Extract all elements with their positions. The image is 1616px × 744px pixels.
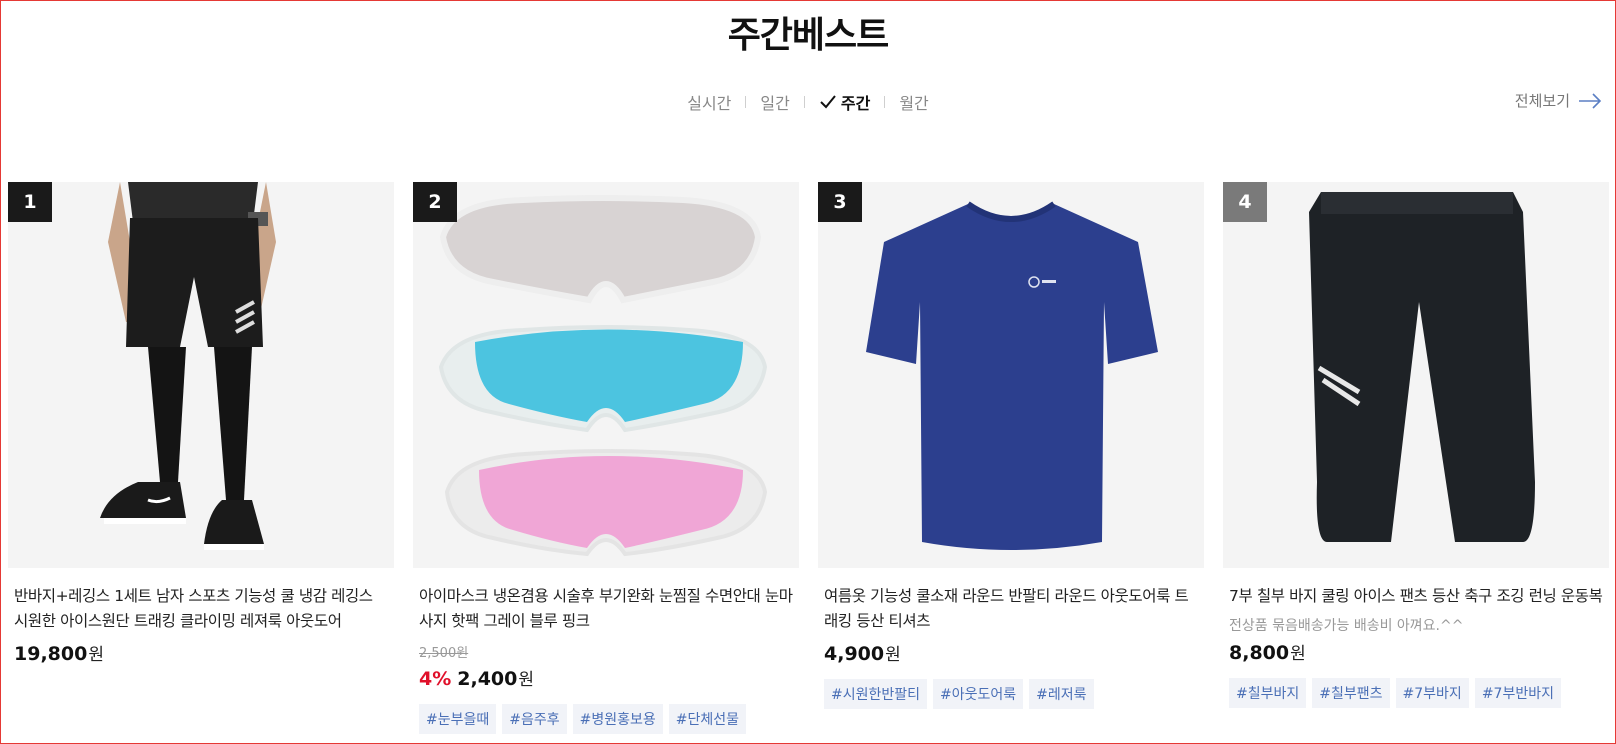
sport-shorts-leggings-image [8,182,394,568]
period-tabs: 실시간 일간 주간 월간 [0,90,1616,114]
currency: 원 [885,645,901,665]
hashtag[interactable]: #7부반바지 [1474,678,1561,708]
hashtag[interactable]: #단체선물 [668,704,747,734]
hashtag[interactable]: #칠부바지 [1229,678,1307,708]
product-card[interactable]: 1 반바지+레깅스 1세트 남자 스포츠 기능성 쿨 냉감 레깅스 시원한 아이… [8,182,394,665]
hashtag[interactable]: #음주후 [502,704,567,734]
product-image[interactable]: 3 [818,182,1204,568]
tag-list: #시원한반팔티 #아웃도어룩 #레저룩 [824,679,1198,709]
currency: 원 [1290,644,1306,664]
product-name[interactable]: 아이마스크 냉온겸용 시술후 부기완화 눈찜질 수면안대 눈마사지 핫팩 그레이… [419,584,793,634]
rank-badge: 1 [8,182,52,222]
tag-list: #눈부을때 #음주후 #병원홍보용 #단체선물 [419,704,793,734]
view-all-label: 전체보기 [1514,92,1570,110]
arrow-right-icon [1579,92,1602,109]
hashtag[interactable]: #칠부팬츠 [1312,678,1390,708]
hashtag[interactable]: #병원홍보용 [572,704,663,734]
tab-weekly[interactable]: 주간 [805,90,884,114]
product-image[interactable]: 2 [413,182,799,568]
product-card[interactable]: 4 7부 칠부 바지 쿨링 아이스 팬츠 등산 축구 조깅 런닝 운동복 전상품… [1223,182,1609,708]
page-title: 주간베스트 [727,15,890,56]
currency: 원 [518,670,535,690]
price: 19,800 [14,643,88,665]
price-row: 8,800 원 [1229,639,1603,664]
tab-label: 실시간 [687,94,732,113]
product-name[interactable]: 여름옷 기능성 쿨소재 라운드 반팔티 라운드 아웃도어룩 트래킹 등산 티셔츠 [824,584,1198,634]
tab-realtime[interactable]: 실시간 [673,90,745,114]
price-row: 4,900 원 [824,640,1198,665]
currency: 원 [88,645,104,665]
original-price: 2,500원 [419,646,469,661]
hashtag[interactable]: #7부바지 [1395,678,1469,708]
product-name[interactable]: 7부 칠부 바지 쿨링 아이스 팬츠 등산 축구 조깅 런닝 운동복 [1229,584,1603,609]
cropped-pants-image [1223,182,1609,568]
product-image[interactable]: 1 [8,182,394,568]
product-card[interactable]: 3 여름옷 기능성 쿨소재 라운드 반팔티 라운드 아웃도어룩 트래킹 등산 티… [818,182,1204,709]
tab-label: 주간 [840,94,871,113]
hashtag[interactable]: #레저룩 [1029,679,1094,709]
tab-label: 월간 [899,94,929,113]
rank-badge: 2 [413,182,457,222]
hashtag[interactable]: #시원한반팔티 [824,679,928,709]
tab-monthly[interactable]: 월간 [885,90,942,114]
product-description: 전상품 묶음배송가능 배송비 아껴요.^^ [1229,618,1464,634]
product-name[interactable]: 반바지+레깅스 1세트 남자 스포츠 기능성 쿨 냉감 레깅스 시원한 아이스원… [14,584,388,634]
tab-label: 일간 [760,94,790,113]
hashtag[interactable]: #눈부을때 [419,704,497,734]
rank-badge: 4 [1223,182,1267,222]
price-row: 4% 2,400 원 [419,665,793,690]
price: 2,400 [457,668,518,690]
hashtag[interactable]: #아웃도어룩 [933,679,1024,709]
product-card[interactable]: 2 아이마스크 냉온겸용 시술후 부기완화 눈찜질 수면안대 눈마사지 핫팩 그… [413,182,799,734]
tag-list: #칠부바지 #칠부팬츠 #7부바지 #7부반바지 [1229,678,1603,708]
price-row: 19,800 원 [14,640,388,665]
rank-badge: 3 [818,182,862,222]
product-image[interactable]: 4 [1223,182,1609,568]
tab-daily[interactable]: 일간 [746,90,803,114]
price: 8,800 [1229,642,1290,664]
eye-mask-image [413,182,799,568]
view-all-link[interactable]: 전체보기 [1515,90,1602,111]
discount-rate: 4% [419,668,452,690]
check-icon [820,95,836,109]
price: 4,900 [824,643,885,665]
blue-tshirt-image [818,182,1204,568]
